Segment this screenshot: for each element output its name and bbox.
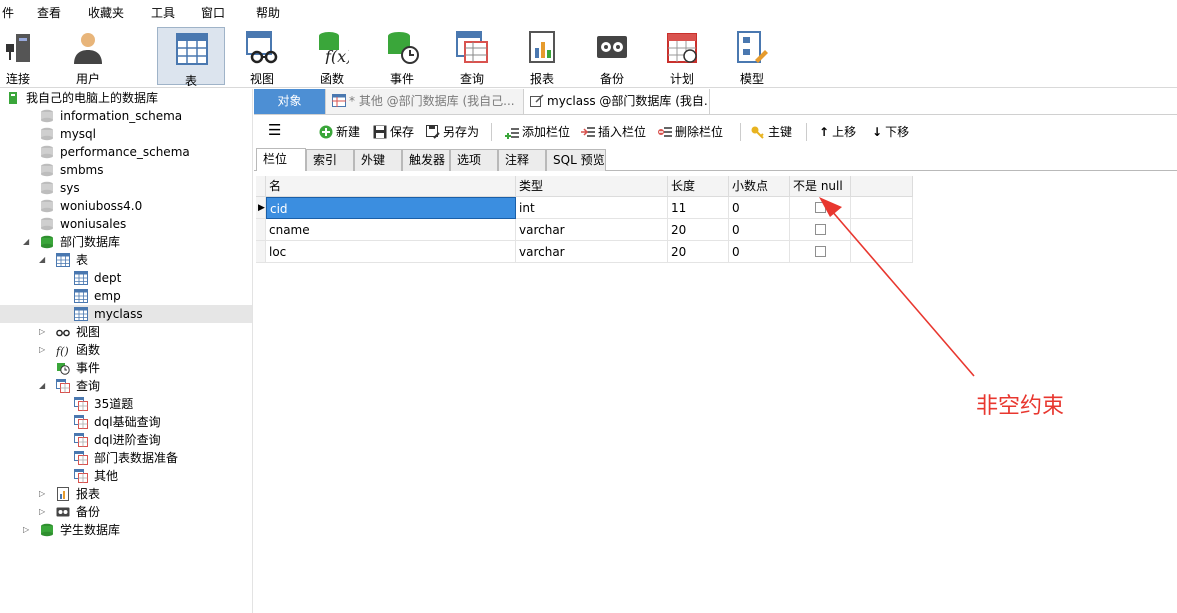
annotation-text: 非空约束 <box>976 394 1065 419</box>
annotation-arrow <box>819 197 975 377</box>
